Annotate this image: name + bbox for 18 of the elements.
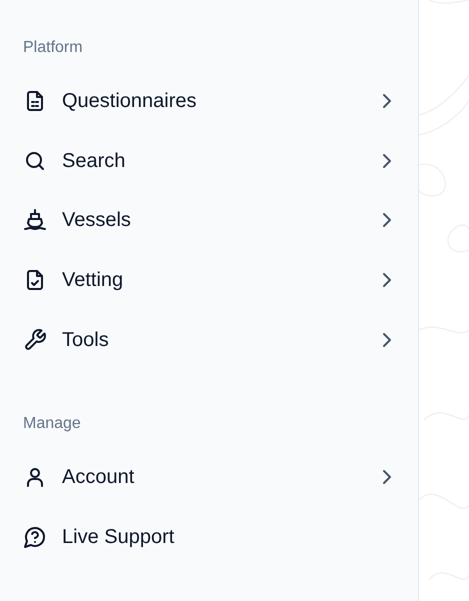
chevron-right-icon [382, 469, 392, 486]
nav-item[interactable]: Questionnaires [23, 71, 392, 131]
chevron-right-icon [382, 272, 392, 288]
chevron-right-icon [382, 212, 392, 228]
nav-item[interactable]: Search [23, 130, 392, 190]
nav-item[interactable]: Live Support [23, 507, 392, 567]
section-label: Platform [23, 38, 84, 58]
nav-item[interactable]: Vetting [23, 250, 392, 310]
nav-item[interactable]: Tools [23, 310, 392, 370]
chevron-right-icon [382, 332, 392, 348]
chevron-right-icon [382, 92, 392, 109]
wrench-icon [23, 328, 47, 352]
section-label: Manage [23, 414, 82, 434]
chevron-right-icon [382, 152, 392, 169]
help-chat-icon [23, 524, 47, 549]
nav-item[interactable]: Vessels [23, 190, 392, 250]
nav-item[interactable]: Account [23, 447, 392, 508]
ship-icon [23, 208, 47, 232]
